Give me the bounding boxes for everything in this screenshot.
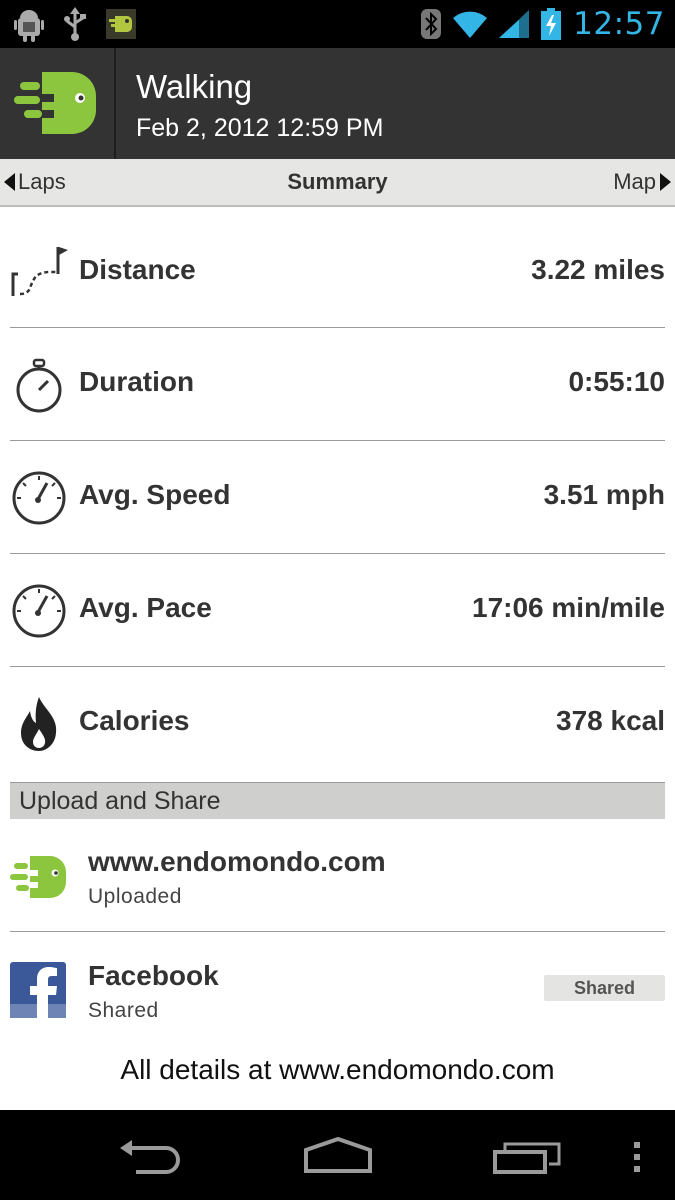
activity-date: Feb 2, 2012 12:59 PM	[136, 114, 384, 142]
status-clock: 12:57	[573, 6, 665, 42]
shared-button[interactable]: Shared	[544, 975, 665, 1001]
stat-distance: Distance 3.22 miles	[10, 216, 665, 328]
upload-share-header: Upload and Share	[10, 782, 665, 819]
back-icon[interactable]	[116, 1138, 182, 1174]
share-endomondo[interactable]: www.endomondo.com Uploaded	[10, 818, 665, 932]
share-status: Shared	[88, 999, 159, 1022]
footer-details-link[interactable]: All details at www.endomondo.com	[0, 1054, 675, 1086]
tab-laps[interactable]: Laps	[4, 159, 66, 205]
speedometer-icon	[12, 471, 66, 525]
stat-value: 0:55:10	[568, 366, 665, 397]
action-bar-divider	[114, 48, 116, 159]
route-flag-icon	[11, 247, 68, 296]
overflow-menu-icon[interactable]	[632, 1142, 642, 1174]
share-title: www.endomondo.com	[88, 846, 386, 877]
endomondo-logo-icon[interactable]	[14, 68, 100, 138]
recent-apps-icon[interactable]	[493, 1138, 561, 1174]
stats-list: Distance 3.22 miles Duration 0:55:10 Avg…	[10, 216, 665, 779]
tab-summary: Summary	[287, 169, 388, 194]
stat-label: Duration	[79, 366, 195, 397]
share-title: Facebook	[88, 960, 219, 991]
tab-map-label: Map	[613, 169, 656, 194]
stat-calories: Calories 378 kcal	[10, 667, 665, 779]
bluetooth-icon	[421, 9, 442, 39]
stopwatch-icon	[16, 358, 62, 413]
activity-title: Walking	[136, 68, 253, 105]
share-facebook[interactable]: Facebook Shared Shared	[10, 932, 665, 1045]
arrow-right-icon	[660, 173, 671, 191]
share-status: Uploaded	[88, 885, 182, 908]
stat-label: Calories	[79, 705, 190, 736]
android-debug-icon	[14, 10, 44, 42]
stat-label: Avg. Speed	[79, 479, 231, 510]
stat-value: 3.22 miles	[531, 254, 665, 285]
tab-laps-label: Laps	[18, 169, 66, 194]
speedometer-icon	[12, 584, 66, 638]
stat-value: 378 kcal	[556, 705, 665, 736]
tab-navigation: Laps Summary Map	[0, 159, 675, 207]
endomondo-notification-icon	[106, 9, 136, 39]
status-bar: 12:57	[0, 0, 675, 48]
signal-icon	[499, 10, 530, 38]
stat-avg-speed: Avg. Speed 3.51 mph	[10, 441, 665, 554]
stat-duration: Duration 0:55:10	[10, 328, 665, 441]
stat-value: 3.51 mph	[543, 479, 665, 510]
endomondo-logo-icon	[10, 856, 66, 898]
home-icon[interactable]	[302, 1136, 374, 1174]
stat-avg-pace: Avg. Pace 17:06 min/mile	[10, 554, 665, 667]
tab-map[interactable]: Map	[613, 159, 671, 205]
system-navigation-bar	[0, 1110, 675, 1200]
wifi-icon	[453, 11, 488, 38]
arrow-left-icon	[4, 173, 15, 191]
flame-icon	[21, 697, 57, 751]
usb-icon	[64, 7, 86, 41]
section-title: Upload and Share	[19, 787, 221, 815]
facebook-icon	[10, 962, 66, 1018]
stat-value: 17:06 min/mile	[472, 592, 665, 623]
stat-label: Distance	[79, 254, 196, 285]
action-bar: Walking Feb 2, 2012 12:59 PM	[0, 48, 675, 159]
battery-charging-icon	[541, 8, 562, 40]
stat-label: Avg. Pace	[79, 592, 212, 623]
